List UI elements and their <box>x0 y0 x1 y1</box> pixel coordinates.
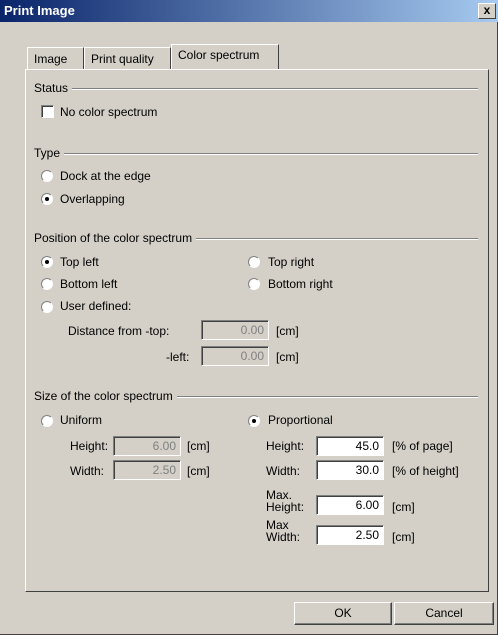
uniform-height-unit: [cm] <box>187 439 210 453</box>
position-group-title: Position of the color spectrum <box>34 231 197 245</box>
bottom-right-radio[interactable] <box>248 278 260 290</box>
proportional-label: Proportional <box>268 413 333 427</box>
top-right-radio[interactable] <box>248 256 260 268</box>
max-width-unit: [cm] <box>392 530 415 544</box>
distance-top-label: Distance from -top: <box>68 324 170 338</box>
distance-left-label: -left: <box>166 350 190 364</box>
user-defined-label: User defined: <box>60 299 132 313</box>
close-icon: x <box>483 3 491 17</box>
type-group-title: Type <box>34 146 65 160</box>
uniform-height-field[interactable]: 6.00 <box>113 436 181 456</box>
print-image-dialog: Print Image x Image Print quality Color … <box>0 0 498 635</box>
radio-selected-dot <box>252 419 256 423</box>
user-defined-radio[interactable] <box>41 301 53 313</box>
title-bar: Print Image x <box>0 0 498 22</box>
distance-left-unit: [cm] <box>276 350 299 364</box>
proportional-width-label: Width: <box>266 464 301 478</box>
no-color-spectrum-checkbox[interactable] <box>41 105 54 118</box>
max-width-label-bottom: Width: <box>266 530 301 544</box>
top-right-label: Top right <box>268 255 315 269</box>
dock-at-edge-label: Dock at the edge <box>60 169 151 183</box>
size-group-title: Size of the color spectrum <box>34 389 177 403</box>
overlapping-label: Overlapping <box>60 192 125 206</box>
proportional-width-field[interactable]: 30.0 <box>316 460 384 480</box>
tab-color-spectrum-label: Color spectrum <box>178 48 260 62</box>
tab-image-label: Image <box>34 52 68 66</box>
dock-at-edge-radio[interactable] <box>41 170 53 182</box>
radio-selected-dot <box>45 197 49 201</box>
ok-button[interactable]: OK <box>294 602 392 625</box>
status-group-line <box>37 88 478 90</box>
proportional-width-unit: [% of height] <box>392 464 459 478</box>
overlapping-radio[interactable] <box>41 193 53 205</box>
dialog-title: Print Image <box>4 3 75 18</box>
color-spectrum-panel: Status No color spectrum Type Dock at th… <box>25 69 489 592</box>
close-button[interactable]: x <box>478 3 496 19</box>
max-height-unit: [cm] <box>392 500 415 514</box>
proportional-height-field[interactable]: 45.0 <box>316 436 384 456</box>
bottom-left-radio[interactable] <box>41 278 53 290</box>
proportional-radio[interactable] <box>248 415 260 427</box>
tab-print-quality-label: Print quality <box>91 52 154 66</box>
bottom-right-label: Bottom right <box>268 277 333 291</box>
max-height-label-bottom: Height: <box>266 500 305 514</box>
proportional-height-label: Height: <box>266 439 305 453</box>
cancel-button-label: Cancel <box>425 606 463 620</box>
uniform-radio[interactable] <box>41 415 53 427</box>
distance-top-unit: [cm] <box>276 324 299 338</box>
uniform-width-field[interactable]: 2.50 <box>113 460 181 480</box>
max-height-field[interactable]: 6.00 <box>316 495 384 515</box>
type-group-line <box>37 153 478 155</box>
bottom-left-label: Bottom left <box>60 277 118 291</box>
top-left-radio[interactable] <box>41 256 53 268</box>
top-left-label: Top left <box>60 255 99 269</box>
uniform-label: Uniform <box>60 413 103 427</box>
ok-button-label: OK <box>334 606 352 620</box>
status-group-title: Status <box>34 81 73 95</box>
max-width-field[interactable]: 2.50 <box>316 525 384 545</box>
tab-image[interactable]: Image <box>27 47 84 69</box>
tab-print-quality[interactable]: Print quality <box>84 47 171 69</box>
distance-left-field[interactable]: 0.00 <box>201 346 269 366</box>
cancel-button[interactable]: Cancel <box>394 602 494 625</box>
proportional-height-unit: [% of page] <box>392 439 453 453</box>
tab-color-spectrum[interactable]: Color spectrum <box>171 44 279 69</box>
distance-top-field[interactable]: 0.00 <box>201 320 269 340</box>
no-color-spectrum-label: No color spectrum <box>60 105 158 119</box>
radio-selected-dot <box>45 260 49 264</box>
uniform-height-label: Height: <box>70 439 109 453</box>
uniform-width-label: Width: <box>70 464 105 478</box>
uniform-width-unit: [cm] <box>187 464 210 478</box>
